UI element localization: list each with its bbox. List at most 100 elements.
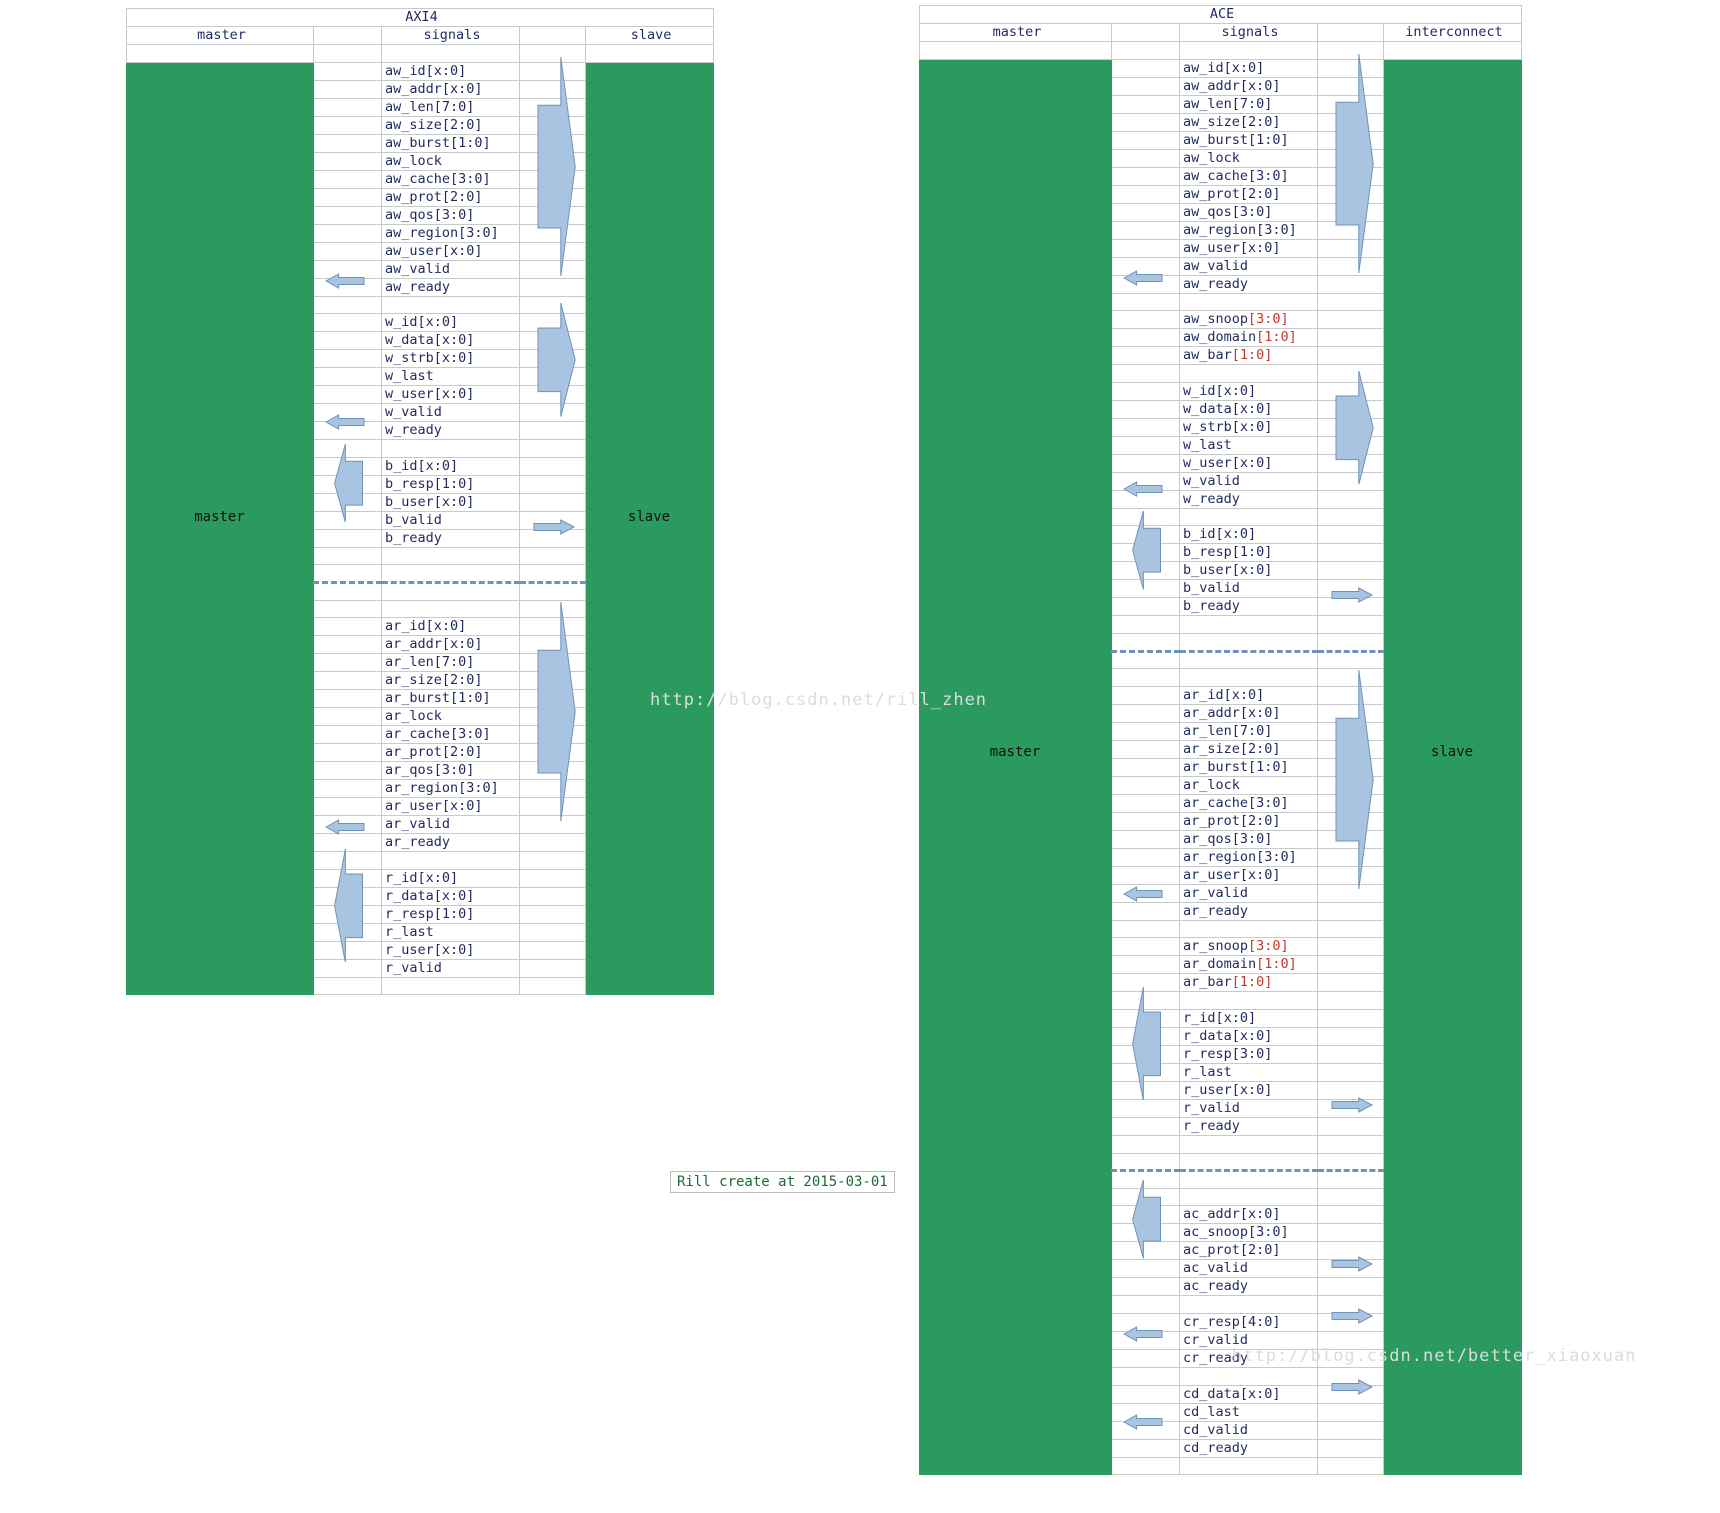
right-arrow-cell [1317, 1026, 1384, 1046]
master-block-cell [919, 256, 1112, 276]
left-arrow-cell [1111, 1062, 1180, 1082]
right-arrow-cell [519, 546, 586, 566]
left-arrow-cell [1111, 579, 1180, 599]
right-arrow-cell [1317, 507, 1384, 527]
left-arrow-cell [1111, 525, 1180, 545]
signal-name: w_user[x:0] [1179, 453, 1318, 473]
slave-block-cell [1382, 310, 1523, 330]
left-arrow-cell [1111, 435, 1180, 455]
master-block-cell [919, 615, 1112, 634]
master-block-cell [126, 761, 314, 781]
signal-row: ac_snoop[3:0] [919, 1223, 1523, 1243]
signal-row: ar_user[x:0] [919, 865, 1523, 885]
left-arrow-cell [313, 976, 382, 996]
signal-row: r_resp[3:0] [919, 1044, 1523, 1064]
master-block-cell [919, 453, 1112, 473]
slave-block-cell [584, 241, 715, 261]
left-arrow-cell [313, 581, 382, 601]
signal-row: aw_cache[3:0] [919, 166, 1523, 186]
right-arrow-cell [519, 581, 586, 601]
signal-name: aw_id[x:0] [1179, 58, 1318, 78]
master-block-cell [126, 833, 314, 853]
master-block-cell [919, 1080, 1112, 1100]
signal-row: b_id[x:0] [126, 456, 715, 476]
signal-empty-cell [381, 564, 520, 583]
master-block-cell [126, 976, 314, 996]
signal-empty-cell [1179, 615, 1318, 634]
right-arrow-cell [519, 617, 586, 637]
master-block-cell [919, 1026, 1112, 1046]
right-arrow-cell [519, 833, 586, 853]
master-block-cell [126, 671, 314, 691]
left-arrow-cell [1111, 1330, 1180, 1350]
master-block-cell [919, 1420, 1112, 1440]
signal-row: ar_id[x:0] [919, 685, 1523, 705]
signal-empty-cell [381, 851, 520, 870]
signal-name: b_valid [1179, 579, 1318, 599]
slave-block-cell [1382, 202, 1523, 222]
signal-row: r_data[x:0] [919, 1026, 1523, 1046]
signal-empty-cell [1179, 1295, 1318, 1314]
signal-name: aw_len[7:0] [1179, 94, 1318, 114]
left-arrow-cell [313, 259, 382, 279]
master-block-cell [919, 955, 1112, 975]
master-block-cell [126, 61, 314, 81]
right-arrow-cell [1317, 346, 1384, 366]
slave-block-cell [1382, 937, 1523, 957]
slave-block-cell [584, 349, 715, 369]
signal-name: aw_addr[x:0] [381, 79, 520, 99]
left-arrow-cell [313, 295, 382, 315]
slave-block-cell [1382, 811, 1523, 831]
slave-block-cell [1382, 1080, 1523, 1100]
signal-name: w_ready [381, 421, 520, 441]
signal-name: ar_burst[1:0] [381, 689, 520, 709]
left-arrow-cell [1111, 847, 1180, 867]
master-block-cell [919, 76, 1112, 96]
right-arrow-cell [519, 976, 586, 996]
right-arrow-cell [519, 367, 586, 387]
signal-row: ar_domain[1:0] [919, 955, 1523, 975]
slave-block-cell [1382, 256, 1523, 276]
signal-name: aw_user[x:0] [1179, 238, 1318, 258]
signal-name: r_last [1179, 1062, 1318, 1082]
signal-name: aw_bar[1:0] [1179, 346, 1318, 366]
left-arrow-cell [1111, 865, 1180, 885]
signal-name: ar_id[x:0] [1179, 685, 1318, 705]
signal-name: aw_qos[3:0] [1179, 202, 1318, 222]
master-block-cell [126, 564, 314, 583]
right-arrow-cell [519, 403, 586, 423]
signal-name: aw_region[3:0] [1179, 220, 1318, 240]
master-block-cell [919, 1205, 1112, 1225]
master-block-cell [919, 1241, 1112, 1261]
signal-row: cr_resp[4:0] [919, 1312, 1523, 1332]
master-block-cell [126, 241, 314, 261]
signal-row [919, 1187, 1523, 1207]
left-arrow-cell [313, 456, 382, 476]
slave-block-cell [1382, 1402, 1523, 1422]
signal-row: cd_data[x:0] [919, 1384, 1523, 1404]
master-block-cell [919, 166, 1112, 186]
signal-row: aw_user[x:0] [126, 241, 715, 261]
signal-name: aw_size[2:0] [381, 115, 520, 135]
right-arrow-cell [1317, 489, 1384, 509]
left-arrow-cell [313, 205, 382, 225]
slave-block-cell [584, 403, 715, 423]
axi4-spacer-cell [126, 44, 314, 63]
signal-name: aw_domain[1:0] [1179, 328, 1318, 348]
master-block-cell [126, 689, 314, 709]
slave-block-cell [584, 79, 715, 99]
ace-header-middle: signals [1179, 23, 1318, 42]
master-block-cell [919, 1295, 1112, 1314]
signal-name: ar_size[2:0] [1179, 739, 1318, 759]
left-arrow-cell [313, 385, 382, 405]
signal-row [919, 1295, 1523, 1314]
signal-row [919, 292, 1523, 312]
master-block-cell [919, 883, 1112, 903]
right-arrow-cell [1317, 1044, 1384, 1064]
signal-empty-cell [1179, 1366, 1318, 1386]
signal-row: r_ready [919, 1116, 1523, 1136]
ace-slave-block-label: slave [1430, 744, 1474, 760]
signal-row: ac_addr[x:0] [919, 1205, 1523, 1225]
slave-block-cell [1382, 1205, 1523, 1225]
signal-name: b_ready [1179, 597, 1318, 617]
